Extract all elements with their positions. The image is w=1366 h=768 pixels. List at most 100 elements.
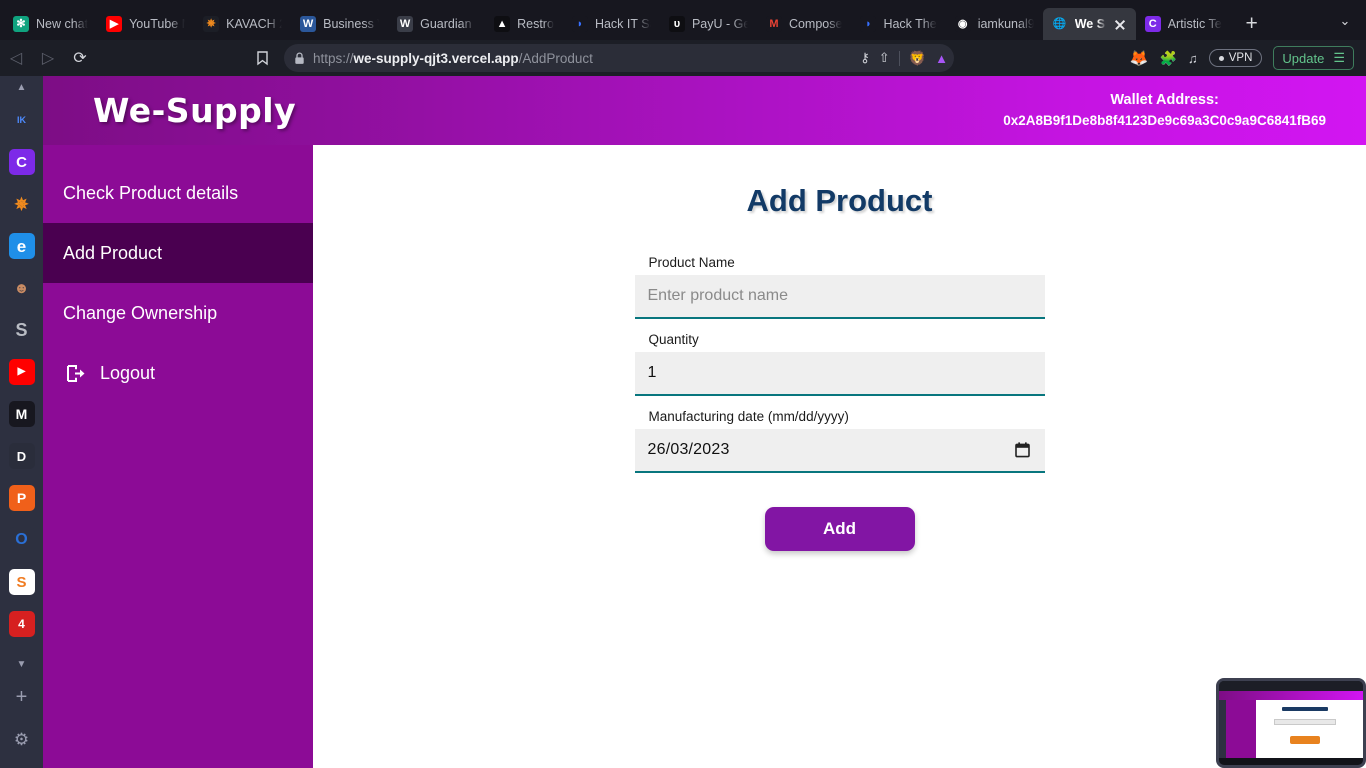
browser-tab[interactable]: 🌐 We Sup: [1042, 8, 1136, 40]
preview-sidebar: [1226, 700, 1256, 758]
kavach-icon: ✵: [203, 16, 220, 32]
browser-tab[interactable]: υ PayU - Ge: [660, 8, 757, 40]
quantity-input[interactable]: [634, 352, 1045, 396]
page-viewport: We-Supply Wallet Address: 0x2A8B9f1De8b8…: [43, 76, 1366, 768]
tab-title: New chat: [36, 17, 89, 31]
restro-icon: ▲: [494, 16, 511, 32]
scroll-down-icon[interactable]: ▼: [17, 659, 27, 670]
tab-title: Business V: [323, 17, 379, 31]
dev-icon[interactable]: D: [8, 443, 35, 469]
bookmark-icon[interactable]: [246, 43, 278, 73]
brave-shields-icon[interactable]: 🦁: [909, 50, 926, 67]
password-key-icon[interactable]: ⚷: [860, 50, 870, 66]
brave-rewards-icon[interactable]: ▲: [935, 51, 948, 66]
medium-icon[interactable]: M: [8, 401, 35, 427]
vpn-toggle[interactable]: VPN: [1208, 49, 1263, 67]
devfolio-icon: ◗: [860, 16, 877, 32]
tab-strip: ✻New chat▶YouTube M✵KAVACH 2WBusiness VW…: [0, 0, 1366, 40]
navigation-bar: ◁ ▷ ⟳ https://we-supply-qjt3.vercel.app/…: [0, 40, 1366, 76]
browser-tab[interactable]: W Business V: [291, 8, 388, 40]
preview-input: [1274, 719, 1336, 725]
shield-4-icon[interactable]: 4: [8, 611, 35, 637]
calendar-icon[interactable]: [1014, 442, 1030, 458]
sidebar-item-change-ownership[interactable]: Change Ownership: [43, 283, 313, 343]
browser-toolbar-actions: 🦊 🧩 ♫ VPN Update ☰: [1130, 46, 1366, 70]
product-hunt-icon[interactable]: P: [8, 485, 35, 511]
extensions-icon[interactable]: 🧩: [1160, 50, 1177, 67]
sidebar-item-check-product-details[interactable]: Check Product details: [43, 163, 313, 223]
iamkunal-icon[interactable]: IK: [8, 107, 35, 133]
add-shortcut-icon[interactable]: +: [9, 684, 35, 710]
kavach-icon[interactable]: ✵: [8, 191, 35, 217]
screen-share-preview-thumbnail[interactable]: [1216, 678, 1366, 768]
browser-tab[interactable]: ◗ Hack The: [851, 8, 945, 40]
scroll-up-icon[interactable]: ▲: [17, 82, 27, 93]
codeforces-icon[interactable]: e: [8, 233, 35, 259]
add-button[interactable]: Add: [764, 507, 915, 551]
close-icon[interactable]: [1113, 17, 1127, 31]
tab-title: Guardian |: [420, 17, 477, 31]
preview-side-strip: [1219, 700, 1226, 758]
manufacturing-date-input[interactable]: 26/03/2023: [634, 429, 1045, 473]
forward-button[interactable]: ▷: [32, 43, 64, 73]
browser-tab[interactable]: W Guardian |: [388, 8, 485, 40]
browser-tab[interactable]: ✵ KAVACH 2: [194, 8, 291, 40]
tab-list-button[interactable]: ⌄: [1332, 8, 1358, 34]
payu-icon: υ: [668, 16, 685, 32]
browser-tab[interactable]: ◗ Hack IT Sa: [563, 8, 660, 40]
hamburger-menu-icon[interactable]: ☰: [1333, 50, 1345, 66]
sidebar-item-logout[interactable]: Logout: [43, 343, 313, 403]
tab-title: We Sup: [1074, 17, 1106, 31]
brand-logo: We-Supply: [93, 91, 297, 130]
browser-tab[interactable]: ▶ YouTube M: [97, 8, 194, 40]
app-sidebar: Check Product details Add Product Change O…: [43, 145, 313, 768]
wallet-address: 0x2A8B9f1De8b8f4123De9c69a3C0c9a9C6841fB…: [1003, 113, 1326, 129]
browser-tab[interactable]: C Artistic Te: [1136, 8, 1231, 40]
playlist-icon[interactable]: ♫: [1188, 51, 1198, 66]
skillrack-icon[interactable]: S: [8, 317, 35, 343]
browser-side-panel: ▲ IK C ✵ e ☻ S ▶ M D P O S 4 ▼ + ⚙: [0, 76, 43, 768]
vpn-status-dot: [1218, 55, 1224, 61]
update-button[interactable]: Update ☰: [1273, 46, 1354, 70]
url-bar[interactable]: https://we-supply-qjt3.vercel.app/AddPro…: [284, 44, 954, 72]
browser-tab[interactable]: ◉ iamkunal9: [946, 8, 1043, 40]
browser-chrome: ✻New chat▶YouTube M✵KAVACH 2WBusiness VW…: [0, 0, 1366, 76]
wallet-info: Wallet Address: 0x2A8B9f1De8b8f4123De9c6…: [1003, 90, 1326, 131]
preview-browser-chrome: [1219, 681, 1363, 691]
browser-tab[interactable]: ▲ Restro: [485, 8, 563, 40]
metamask-icon[interactable]: 🦊: [1130, 49, 1149, 67]
back-button[interactable]: ◁: [0, 43, 32, 73]
tab-title: KAVACH 2: [226, 17, 283, 31]
tab-title: PayU - Ge: [691, 17, 748, 31]
page-body: Check Product details Add Product Change O…: [43, 145, 1366, 768]
preview-app-header: [1219, 691, 1363, 700]
reload-button[interactable]: ⟳: [64, 43, 96, 73]
product-name-input[interactable]: [634, 275, 1045, 319]
sidebar-item-label: Change Ownership: [63, 302, 218, 323]
youtube-icon[interactable]: ▶: [8, 359, 35, 385]
new-tab-button[interactable]: +: [1237, 8, 1267, 40]
settings-gear-icon[interactable]: ⚙: [9, 726, 35, 752]
wallet-label: Wallet Address:: [1110, 92, 1219, 109]
github-icon: ◉: [954, 16, 971, 32]
manufacturing-date-field-group: Manufacturing date (mm/dd/yyyy) 26/03/202…: [634, 409, 1045, 473]
browser-tab[interactable]: M Compose: [757, 8, 852, 40]
sidebar-item-label: Add Product: [63, 242, 163, 263]
app-header: We-Supply Wallet Address: 0x2A8B9f1De8b8…: [43, 76, 1366, 145]
chatgpt-icon: ✻: [13, 16, 29, 32]
preview-main: [1256, 700, 1363, 758]
share-icon[interactable]: ⇧: [879, 50, 890, 66]
coding-ninjas-icon[interactable]: O: [8, 527, 35, 553]
scaler-icon[interactable]: S: [8, 569, 35, 595]
logout-icon: [67, 364, 86, 382]
canva-icon[interactable]: C: [8, 149, 35, 175]
tab-title: Hack IT Sa: [594, 17, 651, 31]
browser-tab[interactable]: ✻ New chat: [4, 8, 97, 40]
page-title: Add Product: [746, 183, 933, 218]
avatar-icon[interactable]: ☻: [8, 275, 35, 301]
gmail-icon: M: [765, 16, 782, 32]
side-panel-icons: IK C ✵ e ☻ S ▶ M D P O S 4: [8, 107, 35, 653]
url-bar-actions: ⚷ ⇧ 🦁 ▲: [860, 44, 948, 72]
vpn-label: VPN: [1228, 52, 1253, 64]
sidebar-item-add-product[interactable]: Add Product: [43, 223, 313, 283]
